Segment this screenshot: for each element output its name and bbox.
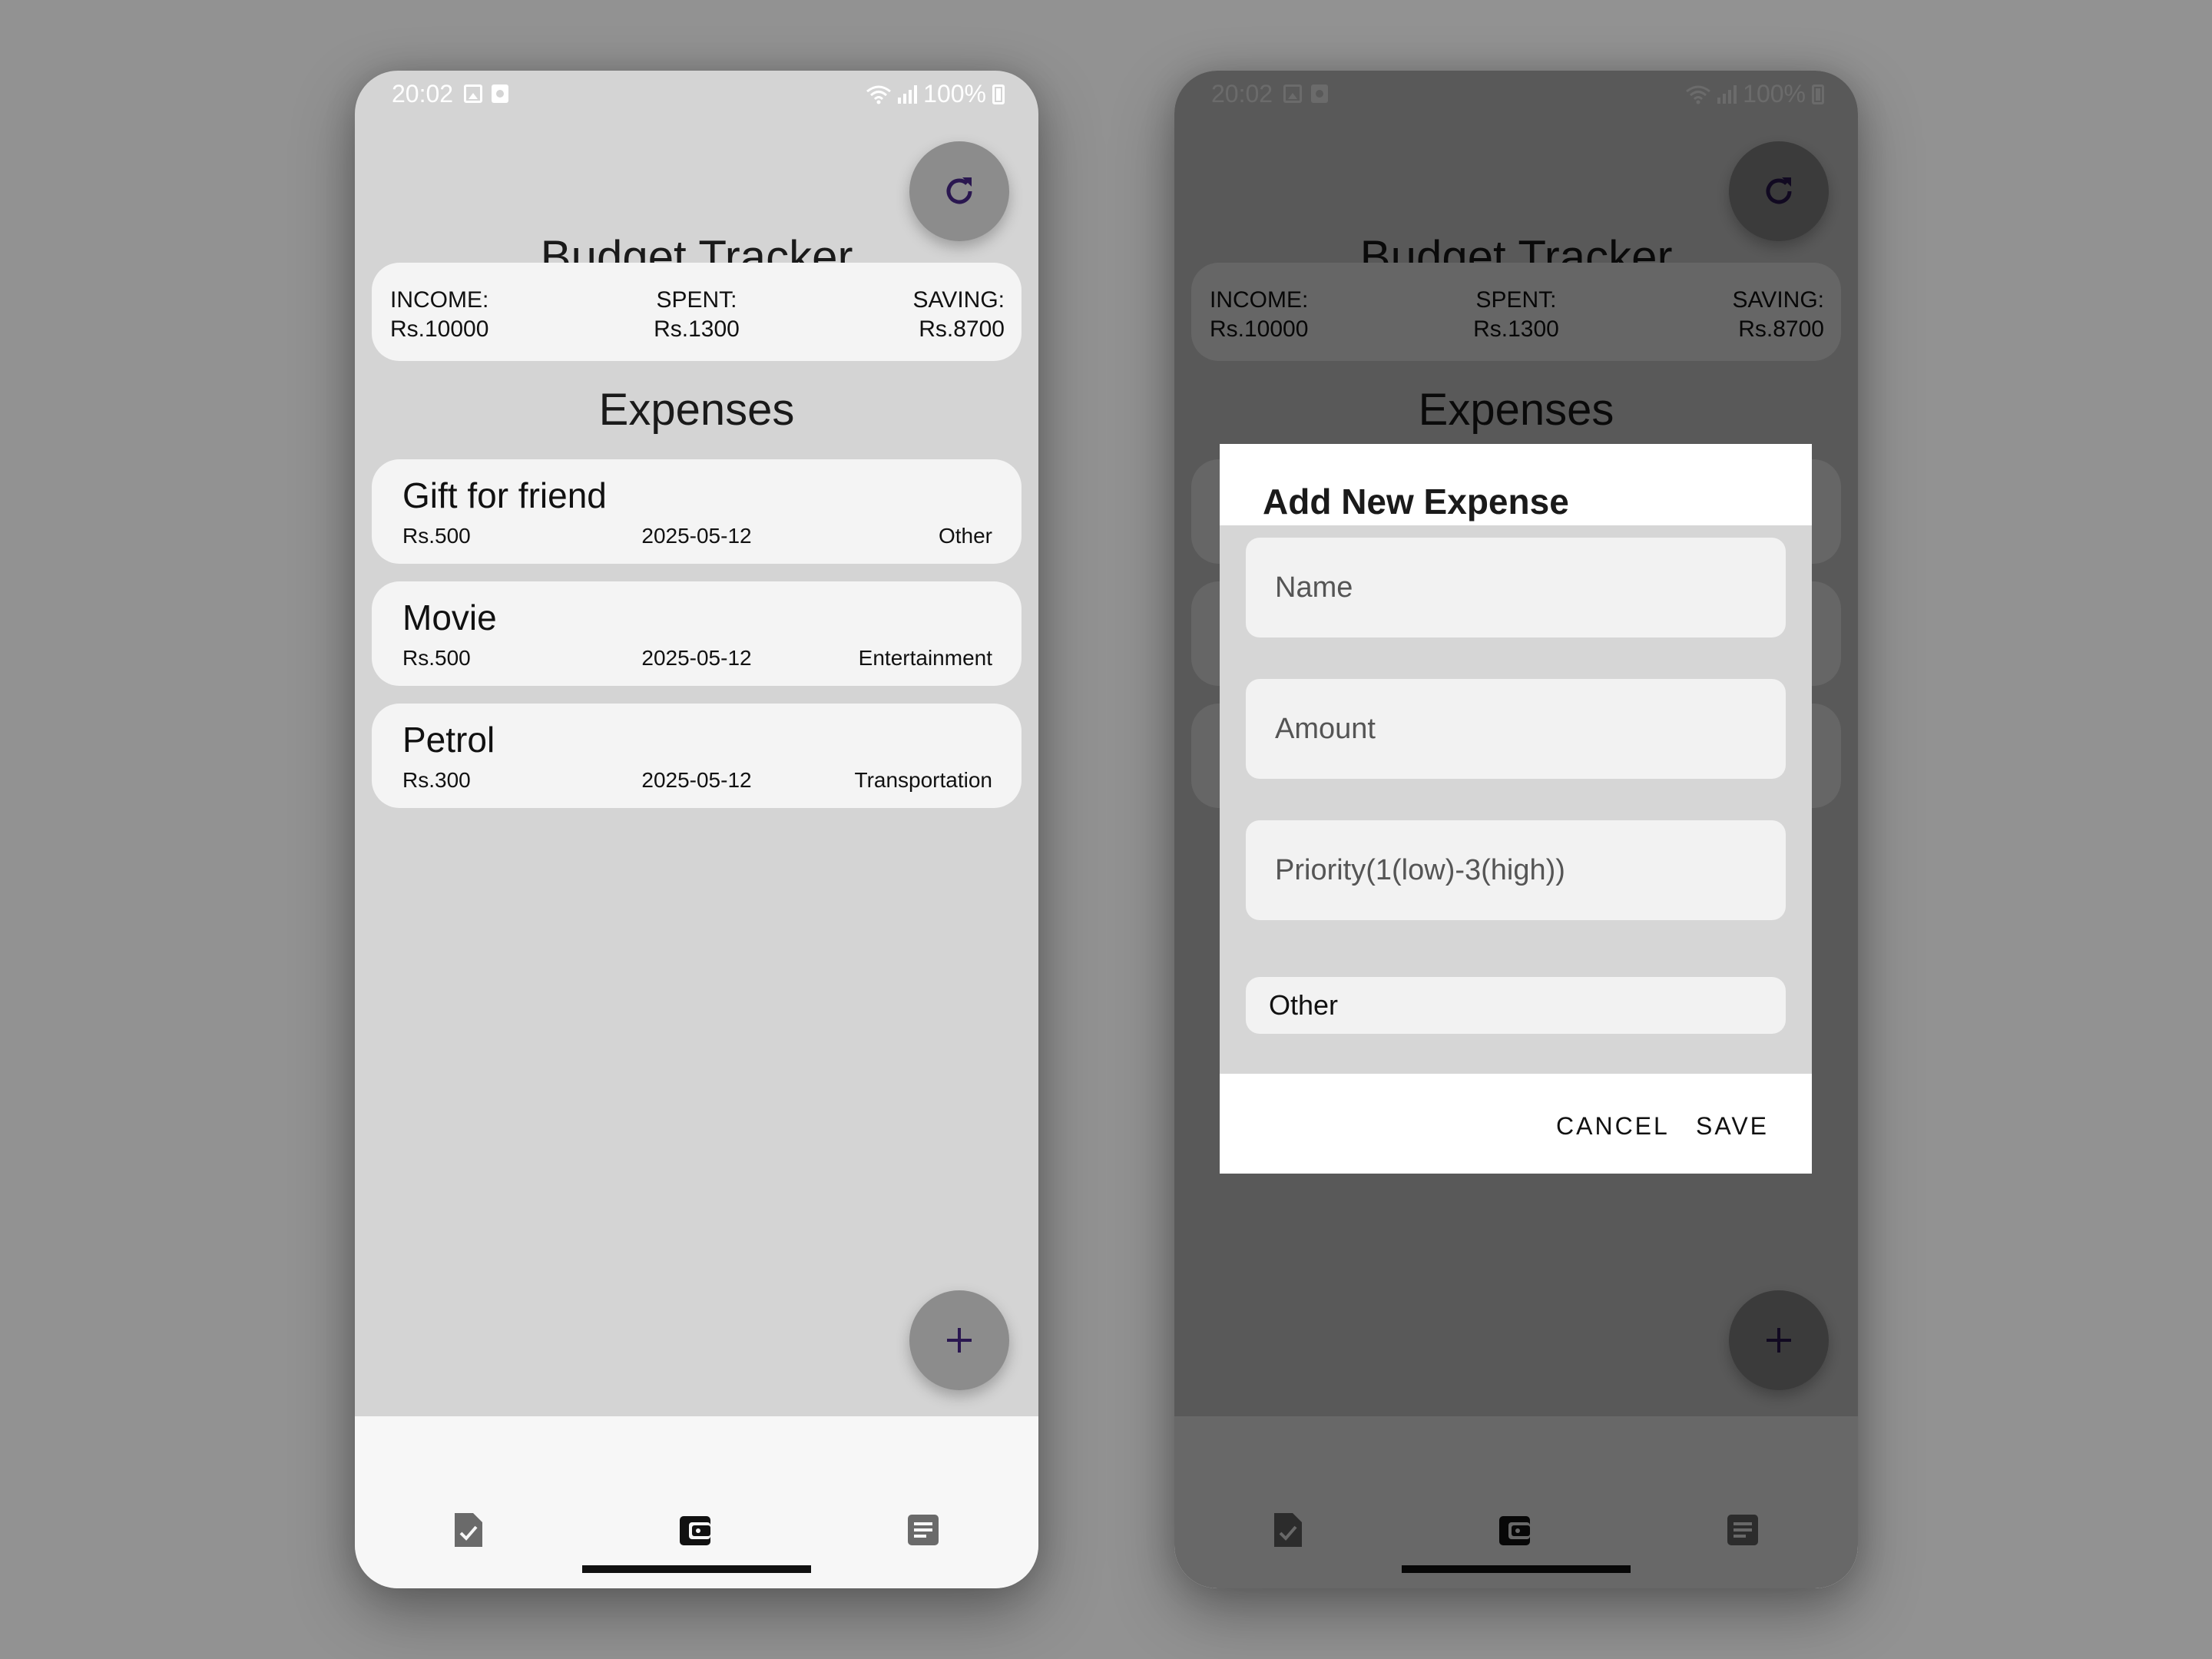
expense-amount-input[interactable] — [1246, 679, 1786, 779]
refresh-icon — [946, 177, 972, 204]
wallet-icon[interactable] — [678, 1512, 712, 1548]
expense-name: Gift for friend — [402, 475, 607, 515]
expense-item[interactable]: Gift for friend Rs.500 2025-05-12 Other — [372, 459, 1022, 564]
expense-item[interactable]: Petrol Rs.300 2025-05-12 Transportation — [372, 704, 1022, 808]
cancel-button[interactable]: CANCEL — [1556, 1112, 1670, 1141]
summary-card: INCOME: Rs.10000 SPENT: Rs.1300 SAVING: … — [372, 263, 1022, 361]
expense-name-input[interactable] — [1246, 538, 1786, 637]
expense-name: Movie — [402, 598, 497, 637]
dialog-actions: CANCEL SAVE — [1220, 1074, 1812, 1174]
expense-priority-input[interactable] — [1246, 820, 1786, 920]
save-button[interactable]: SAVE — [1696, 1112, 1769, 1141]
dialog-header: Add New Expense — [1220, 444, 1812, 525]
status-time: 20:02 — [392, 80, 454, 108]
expense-category: Transportation — [854, 768, 993, 792]
add-expense-dialog: Add New Expense Other CANCEL SAVE — [1220, 444, 1812, 1174]
expense-name: Petrol — [402, 720, 495, 760]
gallery-icon — [464, 84, 482, 103]
add-expense-button[interactable] — [909, 1290, 1009, 1390]
battery-icon — [992, 84, 1005, 104]
expense-category: Entertainment — [858, 646, 992, 670]
expense-category: Other — [938, 524, 992, 548]
status-bar: 20:02 100% — [355, 71, 1038, 120]
task-icon[interactable] — [452, 1512, 485, 1548]
category-selected-value: Other — [1269, 989, 1339, 1021]
phone-screen-dialog: 20:02 100% Budget Tracker INC — [1174, 71, 1858, 1588]
refresh-button[interactable] — [909, 141, 1009, 241]
plus-icon — [947, 1328, 972, 1353]
dialog-title: Add New Expense — [1263, 482, 1569, 522]
wifi-icon — [866, 85, 892, 104]
signal-icon — [898, 84, 918, 104]
category-dropdown[interactable]: Other — [1246, 977, 1786, 1034]
battery-percent: 100% — [923, 80, 986, 108]
phone-screen-list: 20:02 100% Budget Tracker INCOME: Rs.100… — [355, 71, 1038, 1588]
bottom-navigation — [355, 1416, 1038, 1588]
selected-tab-indicator — [582, 1565, 811, 1573]
camera-icon — [492, 84, 508, 103]
saving-summary: SAVING: Rs.8700 — [913, 286, 1005, 344]
expenses-heading: Expenses — [598, 385, 795, 435]
expense-item[interactable]: Movie Rs.500 2025-05-12 Entertainment — [372, 581, 1022, 686]
saving-label: SAVING: — [912, 287, 1005, 313]
expense-date: 2025-05-12 — [641, 524, 752, 548]
list-icon[interactable] — [906, 1512, 940, 1548]
saving-value: Rs.8700 — [919, 316, 1005, 342]
